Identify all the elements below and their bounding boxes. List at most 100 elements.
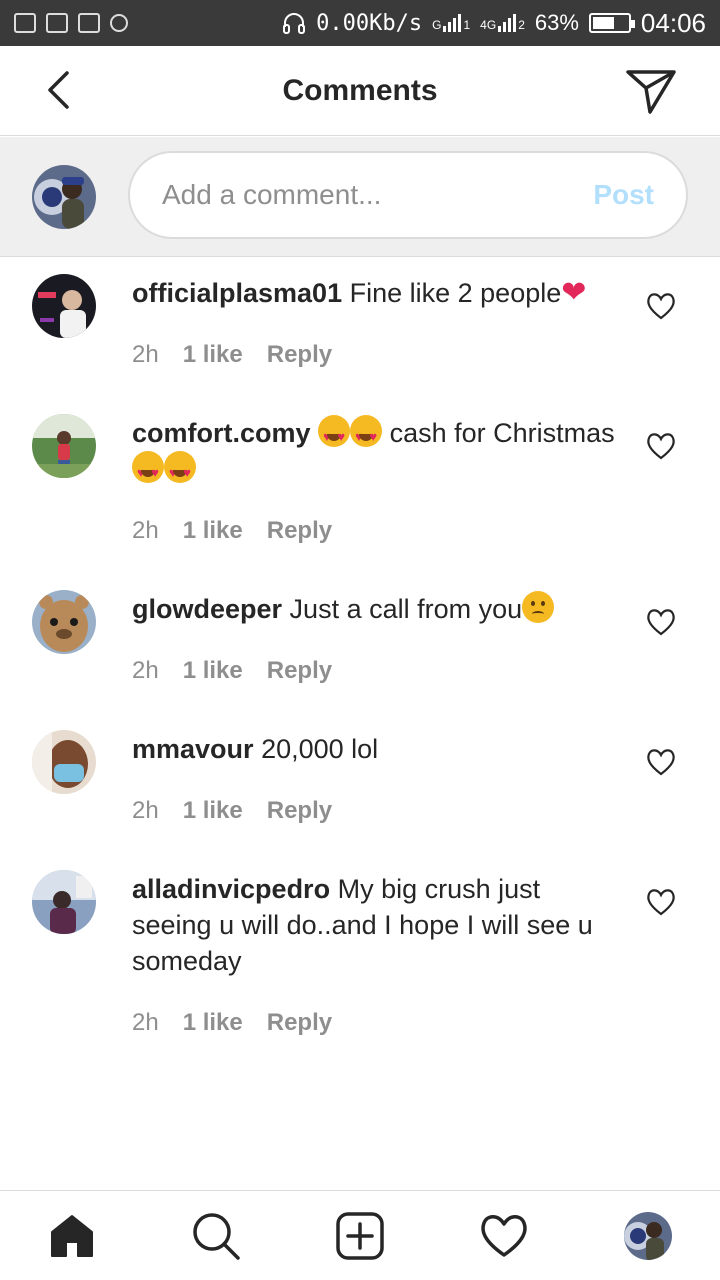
red-heart-emoji: ❤ — [561, 276, 587, 309]
comment-item: officialplasma01 Fine like 2 people❤ 2h 1 … — [0, 258, 720, 398]
nav-new-post[interactable] — [333, 1209, 387, 1263]
comment-text: officialplasma01 Fine like 2 people❤ — [132, 275, 620, 311]
activity-heart-icon — [481, 1215, 527, 1257]
comment-meta: 2h 1 like Reply — [132, 517, 332, 545]
avatar[interactable] — [32, 870, 96, 934]
battery-icon — [588, 13, 635, 33]
comment-item: mmavour 20,000 lol 2h 1 like Reply — [0, 714, 720, 854]
header: Comments — [0, 46, 720, 136]
battery-level — [592, 17, 615, 29]
sim1-label: G — [432, 18, 442, 32]
signal-sim2: 4G 2 — [480, 14, 525, 32]
comment-username[interactable]: comfort.comy — [132, 418, 311, 448]
comment-likes[interactable]: 1 like — [183, 657, 243, 685]
comment-time: 2h — [132, 657, 159, 684]
comment-meta: 2h 1 like Reply — [132, 1009, 332, 1037]
comment-item: glowdeeper Just a call from you 2h 1 like R… — [0, 574, 720, 714]
comment-username[interactable]: officialplasma01 — [132, 278, 342, 308]
sim2-label: 4G — [480, 18, 497, 32]
comment-composer: Post — [0, 137, 720, 257]
like-comment-button[interactable] — [646, 748, 676, 776]
heart-outline-icon — [647, 293, 675, 320]
network-speed: 0.00Kb/s — [316, 10, 423, 36]
comment-likes[interactable]: 1 like — [183, 517, 243, 545]
notification-icons — [14, 13, 128, 33]
page-title: Comments — [282, 74, 438, 107]
heart-outline-icon — [647, 433, 675, 460]
music-notification-icon — [110, 14, 128, 32]
clock: 04:06 — [640, 7, 706, 38]
comment-likes[interactable]: 1 like — [183, 797, 243, 825]
comment-text: glowdeeper Just a call from you — [132, 591, 620, 627]
home-icon — [51, 1215, 93, 1257]
comment-body: Just a call from you — [289, 594, 523, 624]
headphones-icon — [283, 13, 306, 34]
comment-body: 20,000 lol — [261, 734, 379, 764]
reply-button[interactable]: Reply — [267, 341, 332, 369]
signal-bars-icon — [443, 14, 462, 32]
add-post-icon — [336, 1212, 384, 1260]
comment-meta: 2h 1 like Reply — [132, 657, 332, 685]
like-comment-button[interactable] — [646, 888, 676, 916]
comment-item: alladinvicpedro My big crush just seeing… — [0, 854, 720, 1066]
signal-sim1: G 1 — [432, 14, 470, 32]
battery-percent: 63% — [534, 10, 579, 35]
nav-activity[interactable] — [477, 1209, 531, 1263]
avatar[interactable] — [32, 730, 96, 794]
sim1-index: 1 — [463, 18, 471, 32]
paper-plane-icon — [626, 70, 676, 114]
comment-meta: 2h 1 like Reply — [132, 797, 332, 825]
current-user-avatar[interactable] — [32, 165, 96, 229]
direct-message-button[interactable] — [624, 66, 678, 116]
comment-body: cash for Christmas — [389, 418, 615, 448]
heart-outline-icon — [647, 749, 675, 776]
avatar[interactable] — [32, 414, 96, 478]
comment-text: mmavour 20,000 lol — [132, 731, 620, 767]
comment-likes[interactable]: 1 like — [183, 341, 243, 369]
comment-time: 2h — [132, 341, 159, 368]
nav-profile[interactable] — [621, 1209, 675, 1263]
signal-bars-icon — [498, 14, 517, 32]
post-button[interactable]: Post — [593, 179, 654, 211]
nav-home[interactable] — [45, 1209, 99, 1263]
reply-button[interactable]: Reply — [267, 517, 332, 545]
like-comment-button[interactable] — [646, 292, 676, 320]
bottom-nav — [0, 1190, 720, 1280]
comment-input[interactable] — [162, 179, 594, 211]
image-notification-icon — [78, 13, 100, 33]
heart-outline-icon — [647, 889, 675, 916]
comment-item: comfort.comy cash for Christmas 2h 1 like R… — [0, 398, 720, 574]
reply-button[interactable]: Reply — [267, 657, 332, 685]
comment-username[interactable]: alladinvicpedro — [132, 874, 330, 904]
heart-eyes-emoji — [132, 451, 164, 491]
comment-time: 2h — [132, 517, 159, 544]
nav-search[interactable] — [189, 1209, 243, 1263]
app-notification-icon — [46, 13, 68, 33]
like-comment-button[interactable] — [646, 432, 676, 460]
comments-list: officialplasma01 Fine like 2 people❤ 2h 1 … — [0, 258, 720, 1066]
comment-meta: 2h 1 like Reply — [132, 341, 332, 369]
status-bar: 0.00Kb/s G 1 4G 2 63% 04:06 — [0, 0, 720, 46]
reply-button[interactable]: Reply — [267, 797, 332, 825]
sim2-index: 2 — [518, 18, 525, 32]
comment-text: comfort.comy cash for Christmas — [132, 415, 620, 491]
comment-text: alladinvicpedro My big crush just seeing… — [132, 871, 620, 979]
comment-body: Fine like 2 people — [349, 278, 562, 308]
avatar[interactable] — [32, 590, 96, 654]
reply-button[interactable]: Reply — [267, 1009, 332, 1037]
comment-username[interactable]: glowdeeper — [132, 594, 282, 624]
comment-input-wrapper: Post — [128, 151, 688, 239]
comment-username[interactable]: mmavour — [132, 734, 254, 764]
like-comment-button[interactable] — [646, 608, 676, 636]
avatar[interactable] — [32, 274, 96, 338]
search-icon — [193, 1213, 240, 1260]
comment-time: 2h — [132, 1009, 159, 1036]
sad-face-emoji — [522, 591, 555, 623]
comment-time: 2h — [132, 797, 159, 824]
heart-outline-icon — [647, 609, 675, 636]
heart-eyes-emoji — [318, 415, 351, 455]
heart-eyes-emoji — [350, 415, 383, 455]
app-notification-icon — [14, 13, 36, 33]
comment-likes[interactable]: 1 like — [183, 1009, 243, 1037]
profile-avatar — [624, 1212, 672, 1260]
